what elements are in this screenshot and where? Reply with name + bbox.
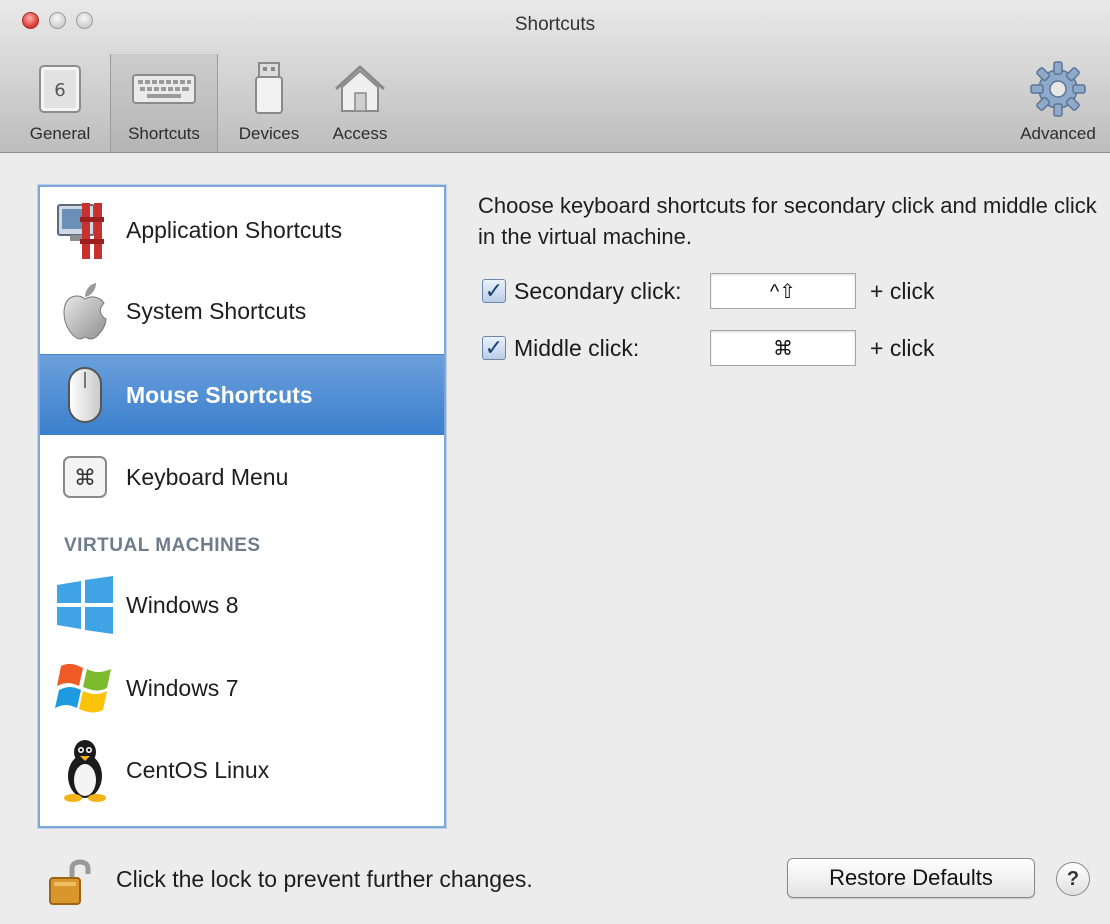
toolbar-access-label: Access: [332, 124, 388, 143]
window-titlebar: Shortcuts 6 General Shortcuts Devices Ac…: [0, 0, 1110, 153]
secondary-click-suffix: + click: [870, 277, 935, 304]
sidebar-item-label: Application Shortcuts: [126, 216, 343, 243]
sidebar-item-windows-8[interactable]: Windows 8: [40, 565, 444, 645]
linux-penguin-icon: [52, 737, 118, 803]
toolbar-advanced[interactable]: Advanced: [1010, 54, 1106, 152]
lock-status-text: Click the lock to prevent further change…: [116, 866, 533, 892]
virtual-machines-header: VIRTUAL MACHINES: [64, 535, 261, 556]
usb-device-icon: [251, 60, 287, 118]
application-shortcuts-icon: [52, 197, 118, 263]
toolbar-devices-label: Devices: [238, 124, 300, 143]
house-icon: [332, 60, 388, 118]
secondary-click-shortcut-field[interactable]: ^⇧: [710, 273, 856, 309]
toolbar-advanced-label: Advanced: [1020, 124, 1096, 143]
toolbar-access[interactable]: Access: [318, 54, 402, 152]
lock-icon[interactable]: [46, 856, 92, 906]
middle-click-label: Middle click:: [514, 334, 640, 361]
toolbar-devices[interactable]: Devices: [226, 54, 312, 152]
sidebar-item-keyboard-menu[interactable]: ⌘ Keyboard Menu: [40, 437, 444, 517]
sidebar-item-centos-linux[interactable]: CentOS Linux: [40, 730, 444, 810]
sidebar-item-label: System Shortcuts: [126, 297, 307, 324]
mouse-shortcuts-description: Choose keyboard shortcuts for secondary …: [478, 193, 1097, 249]
sidebar-item-label: CentOS Linux: [126, 756, 270, 783]
toolbar-general-label: General: [29, 124, 91, 143]
secondary-click-row: ✓ Secondary click: ^⇧ + click: [482, 272, 935, 310]
toolbar-general[interactable]: 6 General: [18, 54, 102, 152]
middle-click-shortcut-field[interactable]: ⌘: [710, 330, 856, 366]
sidebar-item-system-shortcuts[interactable]: System Shortcuts: [40, 271, 444, 351]
gear-icon: [1029, 60, 1087, 118]
sidebar-item-label: Windows 8: [126, 591, 239, 618]
svg-text:⌘: ⌘: [74, 466, 96, 491]
windows-7-icon: [52, 655, 118, 721]
toolbar-shortcuts-label: Shortcuts: [128, 124, 200, 143]
sidebar-item-label: Keyboard Menu: [126, 463, 289, 490]
apple-icon: [52, 278, 118, 344]
secondary-click-label: Secondary click:: [514, 277, 682, 304]
middle-click-row: ✓ Middle click: ⌘ + click: [482, 329, 935, 367]
help-button[interactable]: ?: [1056, 862, 1090, 896]
windows-8-icon: [52, 572, 118, 638]
mouse-icon: [52, 362, 118, 428]
restore-defaults-button[interactable]: Restore Defaults: [787, 858, 1035, 898]
sidebar-item-windows-7[interactable]: Windows 7: [40, 648, 444, 728]
secondary-click-checkbox[interactable]: ✓: [482, 279, 506, 303]
command-key-icon: ⌘: [52, 444, 118, 510]
window-title: Shortcuts: [514, 14, 596, 35]
toolbar-shortcuts[interactable]: Shortcuts: [110, 54, 218, 152]
keyboard-icon: [131, 60, 197, 118]
sidebar-item-application-shortcuts[interactable]: Application Shortcuts: [40, 190, 444, 270]
svg-text:6: 6: [54, 80, 65, 101]
middle-click-suffix: + click: [870, 334, 935, 361]
sidebar-item-mouse-shortcuts[interactable]: Mouse Shortcuts: [40, 354, 444, 435]
general-switch-icon: 6: [36, 60, 84, 118]
middle-click-checkbox[interactable]: ✓: [482, 336, 506, 360]
shortcut-category-list[interactable]: Application Shortcuts System Shortcuts M…: [38, 185, 446, 828]
sidebar-item-label: Mouse Shortcuts: [126, 381, 313, 408]
sidebar-item-label: Windows 7: [126, 674, 239, 701]
